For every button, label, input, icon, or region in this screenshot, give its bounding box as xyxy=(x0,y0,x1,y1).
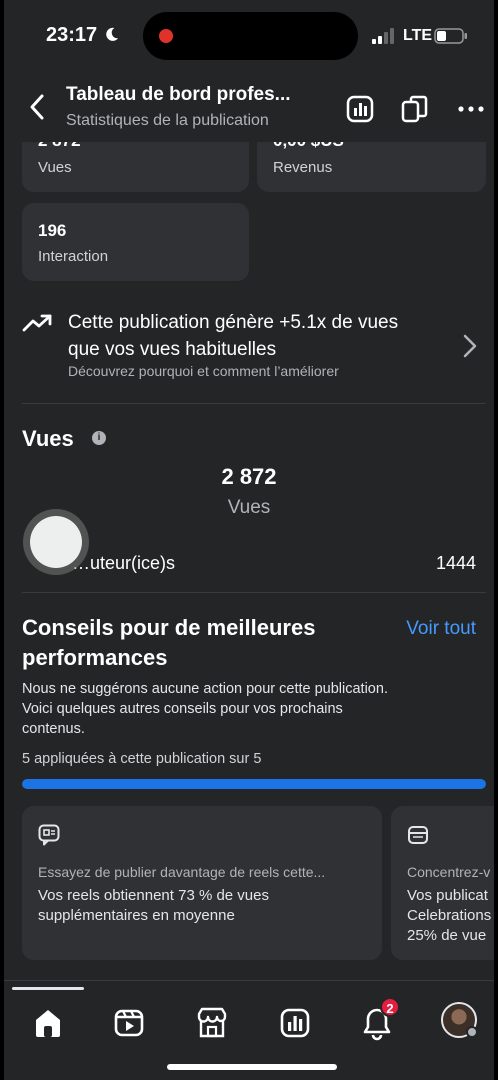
home-icon[interactable] xyxy=(28,1003,68,1043)
divider xyxy=(22,403,486,404)
views-total-label: Vues xyxy=(227,497,271,518)
views-total: 2 872 xyxy=(221,464,277,489)
metric-label: Revenus xyxy=(273,159,333,176)
tip-heading: Essayez de publier davantage de reels ce… xyxy=(38,864,326,880)
touch-indicator xyxy=(30,516,82,568)
see-all-link[interactable]: Voir tout xyxy=(406,618,476,640)
app-header: Tableau de bord profes... Statistiques d… xyxy=(4,72,494,142)
battery-icon xyxy=(434,28,467,44)
tip-heading: Concentrez-v xyxy=(407,864,491,880)
dynamic-island xyxy=(143,12,358,60)
chevron-right-icon xyxy=(463,334,477,358)
dashboard-icon[interactable] xyxy=(275,1003,315,1043)
tip-card-events[interactable]: Concentrez-v Vos publicat Celebrations 2… xyxy=(391,806,494,960)
profile-menu-icon xyxy=(466,1026,478,1038)
tip-card-reels[interactable]: Essayez de publier davantage de reels ce… xyxy=(22,806,382,960)
insights-icon[interactable] xyxy=(345,94,375,124)
signal-icon xyxy=(372,28,394,44)
active-tab-indicator xyxy=(12,987,84,990)
tips-progress-fill xyxy=(22,779,486,789)
metric-value: 196 xyxy=(38,221,67,240)
insight-text: Cette publication génère +5.1x de vues q… xyxy=(68,312,399,360)
back-arrow-icon[interactable] xyxy=(26,92,48,122)
tips-progress-bar xyxy=(22,779,486,789)
trending-up-icon xyxy=(22,314,52,332)
moon-icon xyxy=(106,27,119,41)
recording-dot-icon xyxy=(159,29,173,43)
tips-section-title: Conseils pour de meilleures performances xyxy=(22,615,316,670)
tips-progress-label: 5 appliquées à cette publication sur 5 xyxy=(22,751,262,767)
divider xyxy=(22,592,486,593)
tip-body: Vos reels obtiennent 73 % de vues supplé… xyxy=(38,887,269,924)
tips-description: Nous ne suggérons aucune action pour cet… xyxy=(22,681,388,737)
followers-value: 1444 xyxy=(435,553,476,573)
views-section-title: Vues xyxy=(22,426,74,451)
followers-label-text: …uteur(ice)s xyxy=(72,553,176,573)
marketplace-icon[interactable] xyxy=(192,1003,232,1043)
tip-body: Vos publicat Celebrations 25% de vue xyxy=(407,887,492,944)
copy-icon[interactable] xyxy=(400,94,430,124)
insight-subtext: Découvrez pourquoi et comment l’améliore… xyxy=(68,363,339,379)
network-type: LTE xyxy=(403,27,433,44)
page-title: Tableau de bord profes... xyxy=(66,84,291,105)
screen: 23:17 LTE Tableau de bord profes... Stat… xyxy=(0,0,498,1080)
reels-tip-icon xyxy=(38,824,60,846)
home-indicator xyxy=(167,1064,337,1070)
metric-label: Vues xyxy=(38,159,72,176)
events-tip-icon xyxy=(408,826,428,844)
status-time: 23:17 xyxy=(46,24,98,46)
metric-label: Interaction xyxy=(38,248,109,265)
status-bar: 23:17 LTE xyxy=(4,0,494,72)
page-subtitle: Statistiques de la publication xyxy=(66,112,269,129)
info-icon[interactable]: i xyxy=(92,431,106,445)
more-options-icon[interactable] xyxy=(456,94,486,124)
video-icon[interactable] xyxy=(109,1003,149,1043)
metric-card-interaction[interactable]: 196 Interaction xyxy=(22,203,249,281)
notification-badge: 2 xyxy=(380,997,400,1017)
